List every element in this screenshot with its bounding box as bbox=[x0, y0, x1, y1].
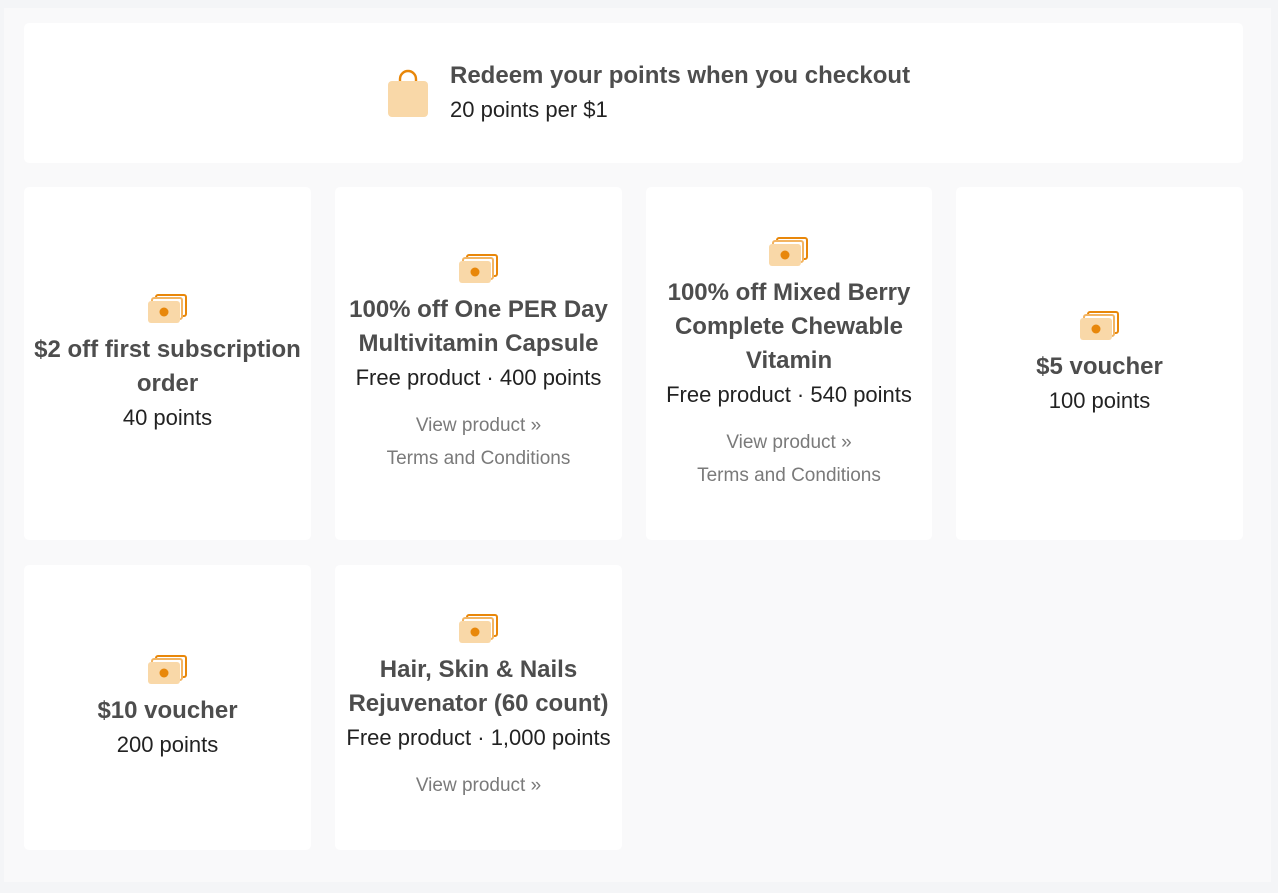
cash-icon bbox=[1079, 310, 1119, 340]
cash-icon bbox=[769, 236, 808, 266]
reward-card: 100% off Mixed Berry Complete Chewable V… bbox=[646, 187, 932, 540]
reward-points: Free product · 540 points bbox=[666, 381, 912, 407]
redeem-banner: Redeem your points when you checkout 20 … bbox=[24, 23, 1243, 163]
reward-title: $5 voucher bbox=[1036, 352, 1163, 380]
reward-title: Hair, Skin & Nails Rejuvenator (60 count… bbox=[348, 656, 609, 717]
reward-card: $5 voucher 100 points bbox=[956, 187, 1243, 540]
cash-icon bbox=[147, 654, 187, 684]
reward-points: 40 points bbox=[122, 404, 213, 430]
reward-points: 200 points bbox=[116, 731, 219, 757]
banner-subtitle: 20 points per $1 bbox=[450, 97, 608, 122]
reward-card: $10 voucher 200 points bbox=[24, 565, 311, 850]
reward-card: $2 off first subscription order 40 point… bbox=[24, 187, 311, 540]
reward-title: $10 voucher bbox=[97, 696, 238, 724]
reward-title: 100% off Mixed Berry Complete Chewable V… bbox=[667, 278, 911, 374]
banner-title: Redeem your points when you checkout bbox=[450, 62, 911, 89]
reward-card: Hair, Skin & Nails Rejuvenator (60 count… bbox=[335, 565, 622, 850]
reward-points: Free product · 1,000 points bbox=[346, 725, 611, 750]
shopping-bag-icon bbox=[388, 69, 428, 117]
view-product-link[interactable]: View product » bbox=[416, 769, 541, 802]
view-product-link[interactable]: View product » bbox=[697, 426, 881, 459]
reward-title: 100% off One PER Day Multivitamin Capsul… bbox=[349, 295, 608, 357]
reward-card: 100% off One PER Day Multivitamin Capsul… bbox=[335, 187, 622, 540]
reward-points: 100 points bbox=[1048, 387, 1151, 413]
cash-icon bbox=[458, 253, 498, 283]
reward-points: Free product · 400 points bbox=[355, 364, 602, 390]
cash-icon bbox=[147, 293, 187, 323]
terms-link[interactable]: Terms and Conditions bbox=[697, 459, 881, 492]
terms-link[interactable]: Terms and Conditions bbox=[387, 442, 571, 475]
cash-icon bbox=[458, 614, 498, 643]
view-product-link[interactable]: View product » bbox=[387, 409, 571, 442]
reward-title: $2 off first subscription order bbox=[34, 335, 301, 397]
